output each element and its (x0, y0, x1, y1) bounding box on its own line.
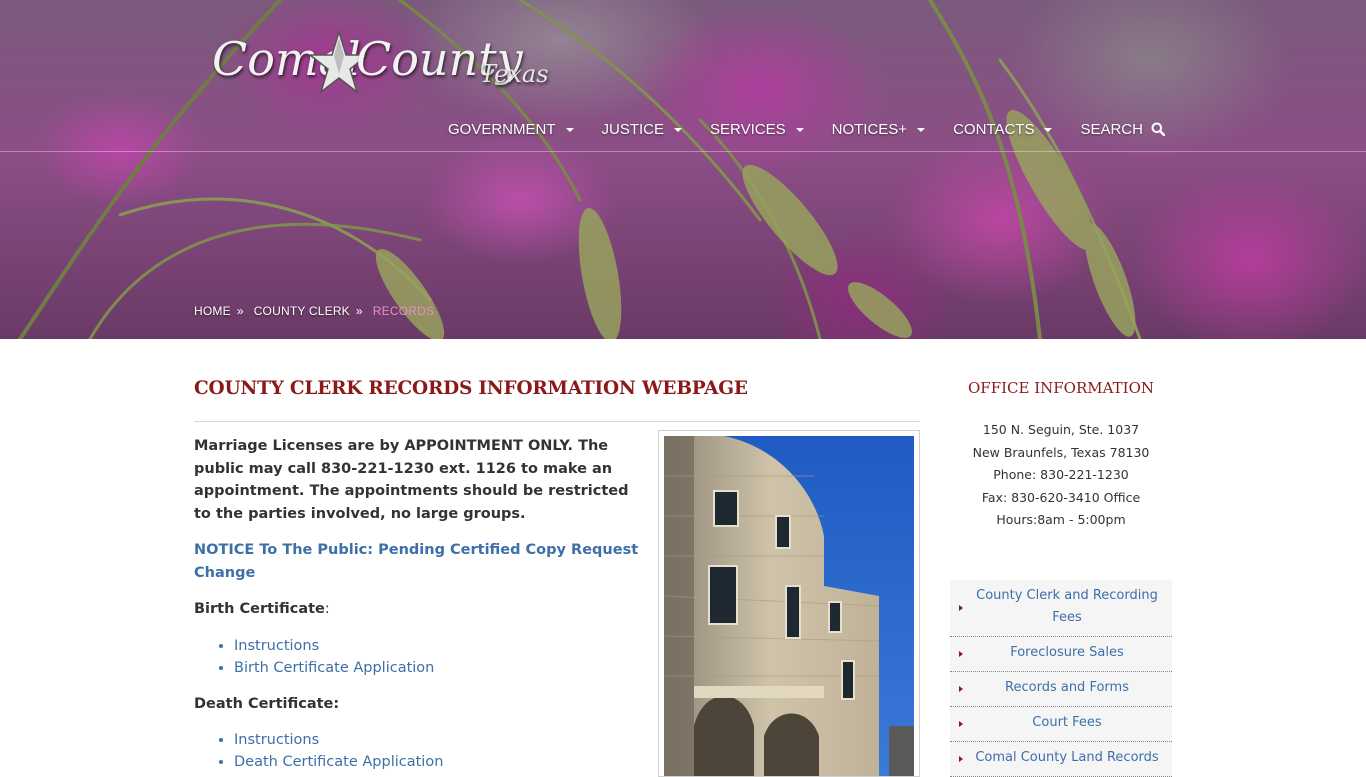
nav-contacts-label: CONTACTS (953, 120, 1035, 138)
birth-certificate-heading: Birth Certificate: (194, 598, 639, 621)
sidebar-menu: County Clerk and Recording Fees Foreclos… (950, 580, 1172, 777)
triangle-right-icon (959, 651, 963, 657)
birth-application-link[interactable]: Birth Certificate Application (234, 660, 434, 676)
death-instructions-link[interactable]: Instructions (234, 732, 319, 748)
caret-down-icon (795, 128, 804, 132)
sidebar-item-recording-fees[interactable]: County Clerk and Recording Fees (950, 580, 1172, 637)
list-item: Instructions (234, 635, 639, 657)
sidebar-item-label: Comal County Land Records (975, 750, 1159, 765)
nav-services[interactable]: SERVICES (710, 121, 804, 138)
triangle-right-icon (959, 756, 963, 762)
page-title: COUNTY CLERK RECORDS INFORMATION WEBPAGE (194, 378, 748, 399)
sidebar-item-land-records[interactable]: Comal County Land Records (950, 742, 1172, 777)
breadcrumb-current: RECORDS (372, 304, 435, 318)
death-certificate-heading: Death Certificate: (194, 693, 639, 716)
marriage-license-notice: Marriage Licenses are by APPOINTMENT ONL… (194, 438, 629, 522)
header-divider (0, 151, 1366, 152)
breadcrumb-home[interactable]: HOME (194, 304, 231, 318)
content-body: Marriage Licenses are by APPOINTMENT ONL… (194, 435, 639, 773)
office-hours-line: Hours:8am - 5:00pm (996, 512, 1126, 527)
office-fax-line: Fax: 830-620-3410 Office (981, 489, 1141, 505)
nav-government[interactable]: GOVERNMENT (448, 121, 574, 138)
birth-certificate-links: Instructions Birth Certificate Applicati… (194, 635, 639, 679)
sidebar-item-foreclosure-sales[interactable]: Foreclosure Sales (950, 637, 1172, 672)
nav-search[interactable]: SEARCH (1080, 121, 1165, 138)
nav-search-label: SEARCH (1080, 120, 1143, 138)
courthouse-photo-frame (658, 430, 920, 777)
office-city-line: New Braunfels, Texas 78130 (972, 444, 1150, 460)
office-phone-line: Phone: 830-221-1230 (993, 467, 1129, 482)
caret-down-icon (565, 128, 574, 132)
birth-certificate-heading-suffix: : (324, 601, 330, 617)
caret-down-icon (1044, 128, 1053, 132)
birth-instructions-link[interactable]: Instructions (234, 638, 319, 654)
triangle-right-icon (959, 605, 963, 611)
nav-notices-label: NOTICES+ (831, 120, 908, 138)
sidebar-item-records-forms[interactable]: Records and Forms (950, 672, 1172, 707)
title-divider (194, 421, 920, 422)
office-info-title: OFFICE INFORMATION (967, 379, 1154, 397)
sidebar-item-label: Foreclosure Sales (1010, 645, 1124, 660)
triangle-right-icon (959, 686, 963, 692)
main-nav: GOVERNMENT JUSTICE SERVICES NOTICES+ CON… (448, 118, 1165, 140)
list-item: Birth Certificate Application (234, 657, 639, 679)
nav-justice-label: JUSTICE (601, 120, 665, 138)
hero-background-image (18, 0, 1142, 339)
sidebar-item-label: Records and Forms (1005, 680, 1129, 695)
courthouse-photo (664, 436, 914, 776)
nav-contacts[interactable]: CONTACTS (953, 120, 1053, 138)
triangle-right-icon (959, 721, 963, 727)
chevron-right-icon: » (355, 304, 363, 318)
nav-justice[interactable]: JUSTICE (602, 121, 683, 138)
breadcrumb: HOME » COUNTY CLERK » RECORDS (194, 304, 434, 318)
death-certificate-links: Instructions Death Certificate Applicati… (194, 729, 639, 773)
breadcrumb-county-clerk[interactable]: COUNTY CLERK (254, 304, 350, 318)
sidebar-item-label: County Clerk and Recording Fees (976, 588, 1158, 625)
caret-down-icon (917, 128, 926, 132)
nav-notices[interactable]: NOTICES+ (831, 120, 926, 138)
office-address-line: 150 N. Seguin, Ste. 1037 (982, 422, 1140, 437)
list-item: Instructions (234, 729, 639, 751)
sidebar-item-label: Court Fees (1032, 715, 1102, 730)
sidebar-item-court-fees[interactable]: Court Fees (950, 707, 1172, 742)
death-certificate-heading-text: Death Certificate: (194, 695, 340, 712)
search-icon (1151, 122, 1165, 136)
logo-word-texas: Texas (480, 60, 549, 88)
office-info-block: 150 N. Seguin, Ste. 1037 New Braunfels, … (950, 419, 1172, 532)
nav-services-label: SERVICES (710, 120, 786, 138)
county-logo[interactable]: Comal County Texas (210, 30, 550, 110)
birth-certificate-heading-text: Birth Certificate (194, 601, 325, 617)
caret-down-icon (674, 128, 683, 132)
list-item: Death Certificate Application (234, 751, 639, 773)
hero-banner: Comal County Texas GOVERNMENT JUSTICE SE… (0, 0, 1366, 339)
nav-government-label: GOVERNMENT (448, 120, 556, 138)
pending-copy-request-link[interactable]: NOTICE To The Public: Pending Certified … (194, 539, 639, 584)
chevron-right-icon: » (236, 304, 244, 318)
